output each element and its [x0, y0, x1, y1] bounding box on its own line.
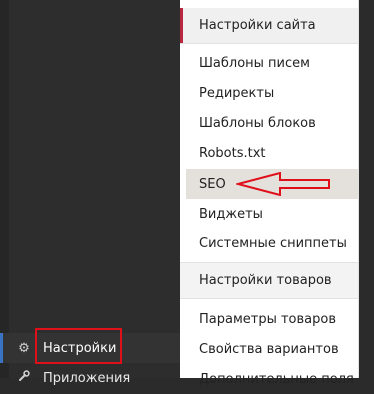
admin-sidebar: ⚙ Настройки Приложения — [0, 0, 180, 386]
sidebar-item-settings[interactable]: ⚙ Настройки — [0, 333, 180, 363]
submenu-item-email-templates[interactable]: Шаблоны писем — [186, 48, 358, 78]
sidebar-item-apps[interactable]: Приложения — [0, 363, 180, 393]
submenu-item-variant-props[interactable]: Свойства вариантов — [186, 334, 358, 364]
submenu-item-extra-fields[interactable]: Дополнительные поля — [186, 364, 358, 394]
annotation-arrow — [236, 172, 330, 196]
divider — [180, 43, 358, 44]
sidebar-item-label: Приложения — [43, 370, 131, 386]
submenu-header-site-settings[interactable]: Настройки сайта — [180, 8, 358, 43]
submenu-item-robots[interactable]: Robots.txt — [186, 138, 358, 168]
submenu-header-product-settings[interactable]: Настройки товаров — [180, 263, 358, 298]
submenu-item-redirects[interactable]: Редиректы — [186, 78, 358, 108]
gear-icon: ⚙ — [18, 340, 30, 356]
divider — [180, 298, 358, 299]
submenu-item-widgets[interactable]: Виджеты — [186, 199, 358, 229]
submenu-item-block-templates[interactable]: Шаблоны блоков — [186, 108, 358, 138]
wrench-icon — [17, 370, 31, 386]
submenu-item-system-snippets[interactable]: Системные сниппеты — [186, 228, 358, 258]
submenu-item-product-params[interactable]: Параметры товаров — [186, 304, 358, 334]
sidebar-item-label: Настройки — [43, 340, 117, 356]
sidebar-gutter — [0, 0, 9, 378]
